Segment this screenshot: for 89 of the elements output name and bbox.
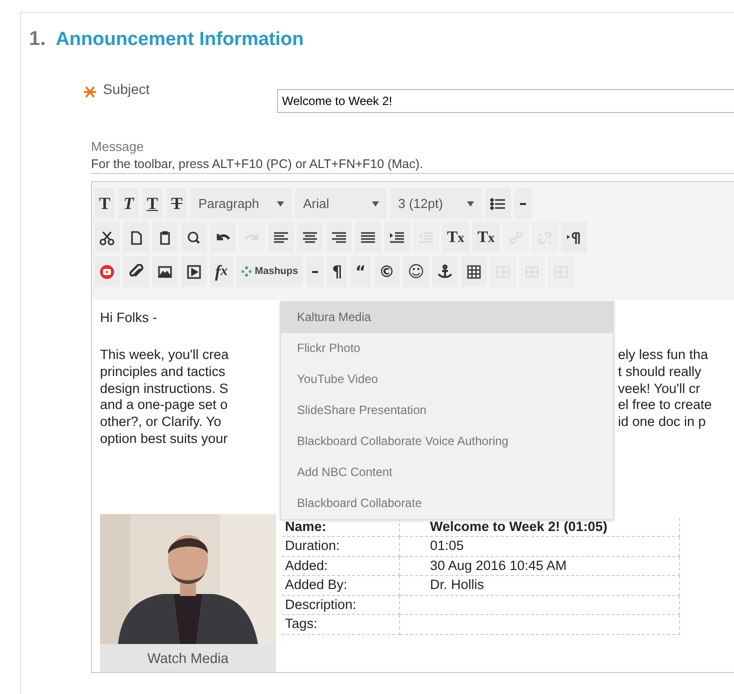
menu-item[interactable]: Kaltura Media (281, 302, 613, 333)
detail-label: Tags: (282, 615, 400, 635)
justify-button[interactable] (355, 222, 381, 253)
align-right-button[interactable] (326, 222, 352, 253)
copy-button[interactable] (123, 222, 149, 253)
detail-value-cell: Dr. Hollis (400, 576, 680, 596)
scissors-icon (99, 230, 115, 246)
greeting-text: Hi Folks - (100, 310, 157, 325)
format-button[interactable]: T (142, 188, 164, 219)
body-text-line: el free to create (618, 397, 713, 414)
mashups-button[interactable]: Mashups (236, 256, 304, 287)
page-icon (128, 230, 144, 246)
dropdown-arrow-icon (277, 200, 284, 206)
detail-label: Description: (282, 596, 400, 616)
pilcrow-arrow-icon (566, 230, 582, 246)
video-button[interactable] (94, 256, 120, 287)
format-button[interactable]: © (374, 256, 400, 287)
list-icon (490, 196, 506, 212)
align-left-icon (273, 230, 289, 246)
justify-icon (360, 230, 376, 246)
format-dropdown[interactable]: 3 (12pt) (390, 188, 482, 219)
detail-value-cell: 01:05 (400, 537, 680, 557)
attach-button[interactable] (123, 256, 149, 287)
cut-button[interactable] (94, 222, 120, 253)
caret-button[interactable] (514, 188, 532, 219)
section-number: 1. (29, 28, 46, 51)
align-right-icon (331, 230, 347, 246)
indent-icon (389, 230, 405, 246)
anchor-button[interactable] (432, 256, 458, 287)
body-text-line: and a one-page set o (100, 397, 229, 414)
align-left-button[interactable] (268, 222, 294, 253)
undo-button[interactable] (210, 222, 236, 253)
format-dropdown[interactable]: Arial (295, 188, 388, 219)
body-text-line: principles and tactics (100, 364, 226, 381)
format-button[interactable]: T (166, 188, 188, 219)
subject-label: Subject (103, 81, 151, 97)
image-icon (157, 264, 173, 280)
body-text-line: other?, or Clarify. Yo (100, 414, 222, 431)
watch-media-button[interactable]: Watch Media (100, 644, 276, 672)
paste-button[interactable] (152, 222, 178, 253)
direction-button[interactable] (560, 222, 587, 253)
table-button[interactable] (461, 256, 488, 287)
format-dropdown[interactable]: Paragraph (190, 188, 292, 219)
menu-item[interactable]: Blackboard Collaborate (281, 488, 613, 519)
dropdown-arrow-icon (467, 200, 474, 206)
body-text-line: veek! You'll cr (618, 380, 702, 398)
format-button[interactable]: “ (350, 256, 371, 287)
body-text-line: id one doc in p (618, 414, 707, 431)
indent-button[interactable] (384, 222, 410, 253)
detail-value-cell: 30 Aug 2016 10:45 AM (400, 556, 680, 576)
message-label: Message (91, 139, 145, 154)
dash-icon (312, 270, 318, 272)
media-button[interactable] (181, 256, 207, 287)
menu-item[interactable]: YouTube Video (281, 364, 613, 395)
format-button[interactable]: ☺ (402, 256, 430, 287)
search-icon (186, 230, 202, 246)
align-center-icon (302, 230, 318, 246)
paperclip-icon (128, 264, 144, 280)
align-center-button[interactable] (297, 222, 323, 253)
body-text-line: design instructions. S (100, 380, 230, 398)
table-icon (466, 264, 482, 280)
image-button[interactable] (152, 256, 178, 287)
menu-item[interactable]: SlideShare Presentation (281, 395, 613, 426)
bullets-button[interactable] (485, 188, 512, 219)
play-icon (186, 264, 202, 280)
body-text-line: ely less fun tha (618, 347, 710, 364)
format-button[interactable]: T (94, 188, 116, 219)
detail-label: Added By: (282, 576, 400, 596)
dropdown-arrow-icon (372, 200, 380, 206)
body-text-line: t should really (618, 364, 702, 381)
dash-icon (520, 202, 526, 204)
body-text-line: option best suits your (100, 430, 229, 448)
format-button[interactable]: ¶ (327, 256, 348, 287)
format-button[interactable]: T (118, 188, 139, 219)
clipboard-icon (157, 230, 173, 246)
menu-item[interactable]: Flickr Photo (281, 333, 613, 364)
toolbar-hint: For the toolbar, press ALT+F10 (PC) or ALT+FN+F10 (Mac). (91, 157, 734, 174)
anchor-icon (437, 264, 454, 280)
find-button[interactable] (181, 222, 207, 253)
caret-button[interactable] (306, 256, 324, 287)
menu-item[interactable]: Blackboard Collaborate Voice Authoring (281, 426, 613, 457)
dots-icon (240, 266, 252, 277)
play-icon (99, 264, 115, 280)
menu-item[interactable]: Add NBC Content (281, 457, 613, 488)
detail-label: Added: (282, 556, 400, 576)
section-title: Announcement Information (56, 29, 304, 51)
detail-label: Duration: (282, 537, 400, 557)
subject-field[interactable]: Welcome to Week 2! (277, 89, 734, 113)
body-text-line: This week, you'll crea (100, 347, 230, 364)
